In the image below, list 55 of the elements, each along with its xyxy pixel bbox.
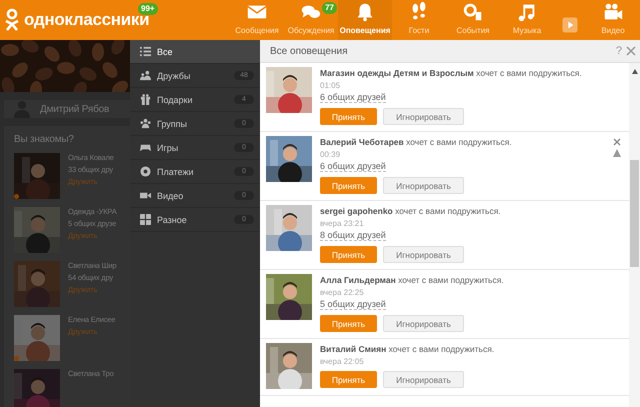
mutual-friends-link[interactable]: 5 общих друзей xyxy=(320,299,386,310)
notification-text: Алла Гильдерман хочет с вами подружиться. xyxy=(320,274,505,286)
ignore-button[interactable]: Игнорировать xyxy=(383,246,464,263)
nav-item[interactable]: Оповещения xyxy=(338,0,392,40)
mutual-friends-link[interactable]: 6 общих друзей xyxy=(320,92,386,103)
people-icon xyxy=(140,70,151,81)
nav-item[interactable]: Видео xyxy=(586,0,640,40)
timestamp: 00:39 xyxy=(320,150,342,159)
list-icon xyxy=(140,46,151,57)
nav-item[interactable]: Сообщения xyxy=(230,0,284,40)
ignore-button[interactable]: Игнорировать xyxy=(383,177,464,194)
timestamp: вчера 22:05 xyxy=(320,357,365,366)
close-icon[interactable] xyxy=(613,138,621,146)
nav-item[interactable]: Обсуждения 77 xyxy=(284,0,338,40)
accept-button[interactable]: Принять xyxy=(320,246,377,263)
coin-icon xyxy=(140,166,151,177)
mutual-friends-link[interactable]: 8 общих друзей xyxy=(320,230,386,241)
timestamp: 01:05 xyxy=(320,81,342,90)
accept-button[interactable]: Принять xyxy=(320,108,377,125)
notification-text: Виталий Смиян хочет с вами подружиться. xyxy=(320,343,496,355)
count-badge: 77 xyxy=(322,2,337,14)
accept-button[interactable]: Принять xyxy=(320,371,377,388)
help-link[interactable]: ? xyxy=(616,45,622,57)
video-camera-icon xyxy=(140,190,151,201)
notification-text: sergei gapohenko хочет с вами подружиться. xyxy=(320,205,502,217)
play-icon[interactable] xyxy=(560,15,580,35)
section-title: Вы знакомы? xyxy=(14,134,75,145)
close-icon[interactable] xyxy=(626,46,636,56)
ignore-button[interactable]: Игнорировать xyxy=(383,315,464,332)
gamepad-icon xyxy=(140,142,151,153)
category-item[interactable]: Все xyxy=(130,40,260,64)
online-dot xyxy=(14,356,19,361)
accept-button[interactable]: Принять xyxy=(320,177,377,194)
notification-text: Валерий Чеботарев хочет с вами подружиться. xyxy=(320,136,513,148)
grid-icon xyxy=(140,214,151,225)
notification-text: Магазин одежды Детям и Взрослым хочет с вами подружиться. xyxy=(320,67,583,79)
scroll-up-icon[interactable] xyxy=(632,69,638,74)
warning-icon[interactable] xyxy=(613,149,621,157)
timestamp: вчера 23:21 xyxy=(320,219,365,228)
panel-title: Все оповещения xyxy=(270,46,349,56)
nav-item[interactable]: События xyxy=(446,0,500,40)
gift-icon xyxy=(140,94,151,105)
nav-item[interactable]: Гости xyxy=(392,0,446,40)
mutual-friends-link[interactable]: 6 общих друзей xyxy=(320,161,386,172)
online-dot xyxy=(14,194,19,199)
ignore-button[interactable]: Игнорировать xyxy=(383,108,464,125)
accept-button[interactable]: Принять xyxy=(320,315,377,332)
notification-badge: 99+ xyxy=(138,3,158,15)
profile-name: Дмитрий Рябов xyxy=(40,104,110,114)
group-icon xyxy=(140,118,151,129)
scrollbar[interactable] xyxy=(629,63,640,407)
ignore-button[interactable]: Игнорировать xyxy=(383,371,464,388)
logo-icon xyxy=(4,8,20,32)
timestamp: вчера 22:25 xyxy=(320,288,365,297)
nav-item[interactable]: Музыка xyxy=(500,0,554,40)
